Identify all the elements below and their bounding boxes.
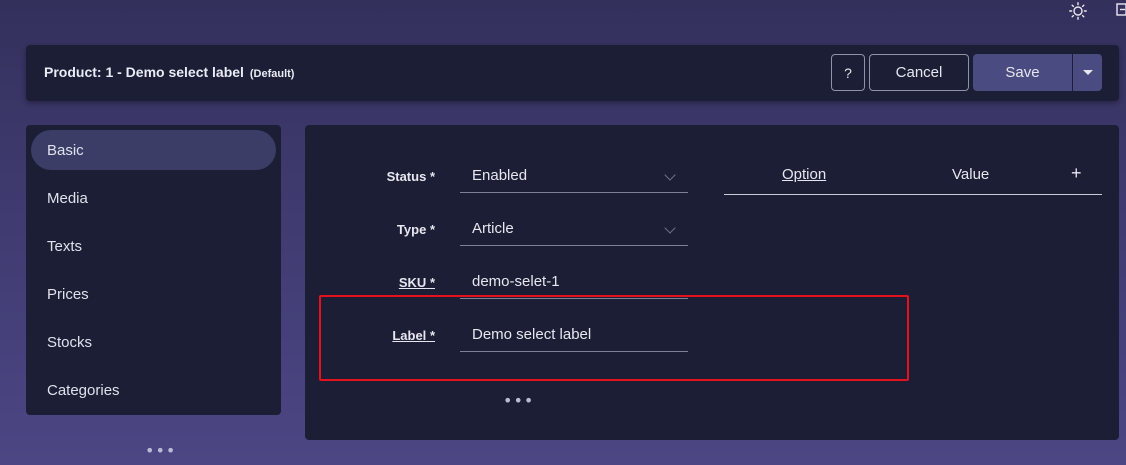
- exit-icon[interactable]: [1116, 2, 1126, 22]
- options-table-header: Option Value +: [724, 160, 1102, 195]
- type-value: Article: [472, 220, 514, 237]
- sidebar-item-texts[interactable]: Texts: [31, 226, 276, 266]
- type-label: Type *: [396, 222, 435, 237]
- sidebar-item-categories[interactable]: Categories: [31, 370, 276, 410]
- chevron-down-icon: [664, 222, 676, 234]
- page-header: Product: 1 - Demo select label (Default)…: [26, 45, 1119, 101]
- basic-panel: Status * Enabled Type * Article SKU * de…: [305, 125, 1119, 440]
- option-column-header[interactable]: Option: [782, 166, 826, 183]
- sku-label[interactable]: SKU *: [305, 275, 435, 290]
- page-title: Product: 1 - Demo select label (Default): [44, 64, 294, 80]
- sidebar-item-basic[interactable]: Basic: [31, 130, 276, 170]
- status-label: Status *: [386, 169, 435, 184]
- sun-icon[interactable]: [1069, 2, 1087, 24]
- value-column-header: Value: [952, 166, 990, 183]
- form-more-icon[interactable]: •••: [503, 393, 534, 409]
- chevron-down-icon: [1082, 70, 1093, 75]
- save-options-button[interactable]: [1073, 54, 1102, 91]
- page-title-scope: (Default): [249, 68, 295, 80]
- status-select[interactable]: Enabled: [460, 159, 688, 193]
- sidebar-item-stocks[interactable]: Stocks: [31, 322, 276, 362]
- sidebar-more-icon[interactable]: •••: [145, 443, 176, 459]
- page-title-text: Product: 1 - Demo select label: [44, 64, 244, 80]
- save-button[interactable]: Save: [973, 54, 1072, 91]
- status-value: Enabled: [472, 167, 528, 184]
- add-option-button[interactable]: +: [1071, 163, 1082, 184]
- sidebar: Basic Media Texts Prices Stocks Categori…: [26, 125, 281, 415]
- highlight-box: [319, 295, 909, 381]
- help-button[interactable]: ?: [831, 54, 865, 91]
- type-select[interactable]: Article: [460, 212, 688, 246]
- cancel-button[interactable]: Cancel: [869, 54, 969, 91]
- sidebar-item-prices[interactable]: Prices: [31, 274, 276, 314]
- sku-input[interactable]: demo-selet-1: [460, 265, 688, 299]
- sidebar-item-media[interactable]: Media: [31, 178, 276, 218]
- chevron-down-icon: [664, 169, 676, 181]
